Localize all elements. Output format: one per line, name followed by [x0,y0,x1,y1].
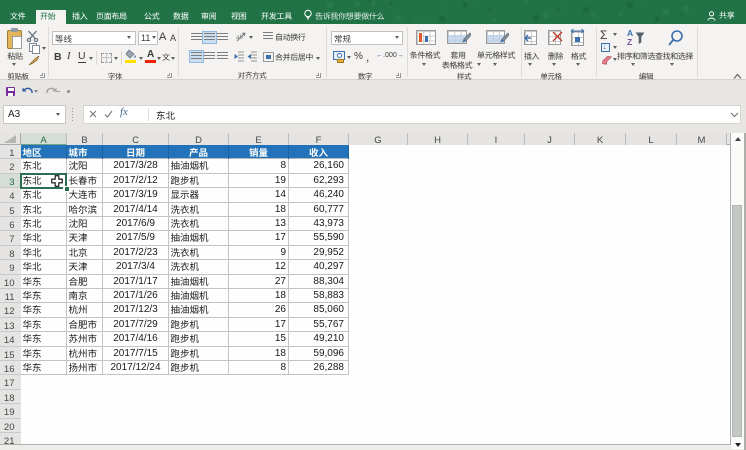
svg-text:ab: ab [236,32,243,41]
